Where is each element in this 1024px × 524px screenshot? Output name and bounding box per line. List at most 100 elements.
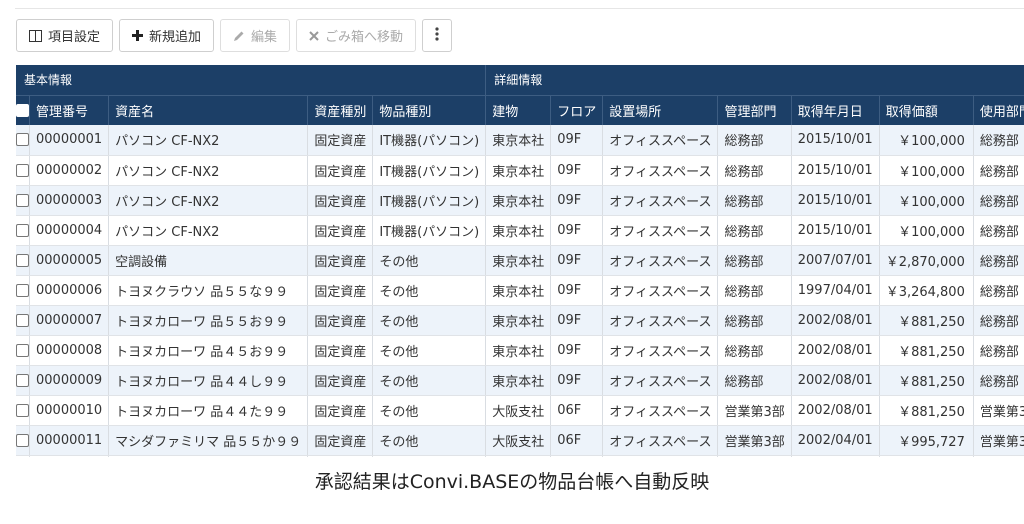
table-cell: 総務部 <box>973 305 1024 336</box>
table-cell: 固定資産 <box>307 125 374 156</box>
table-cell: 2007/07/01 <box>791 245 880 276</box>
table-cell: 総務部 <box>717 365 792 396</box>
table-cell: 固定資産 <box>307 425 374 456</box>
table-row[interactable]: 00000008 トヨヌカローワ 品４５お９９ 固定資産 その他 東京本社 09F オフィス… <box>16 335 1024 366</box>
checkbox-icon <box>16 253 29 267</box>
table-cell: オフィススペース <box>602 185 719 216</box>
table-cell: トヨヌカローワ 品４４た９９ <box>108 395 309 426</box>
checkbox-icon <box>16 313 29 327</box>
table-cell: 東京本社 <box>485 275 552 306</box>
checkbox-icon <box>16 403 29 417</box>
column-header[interactable]: 物品種別 <box>372 94 487 125</box>
table-cell: オフィススペース <box>602 215 719 246</box>
table-row[interactable]: 00000004 パソコン CF-NX2 固定資産 IT機器(パソコン) 東京本社 09F… <box>16 215 1024 246</box>
table-cell: 00000008 <box>29 335 110 366</box>
table-cell: 固定資産 <box>307 305 374 336</box>
row-checkbox[interactable] <box>16 245 30 276</box>
row-checkbox[interactable] <box>16 155 30 186</box>
table-row[interactable]: 00000010 トヨヌカローワ 品４４た９９ 固定資産 その他 大阪支社 06F オフィス… <box>16 395 1024 426</box>
more-options-button[interactable] <box>422 19 453 52</box>
add-new-button[interactable]: 新規追加 <box>119 19 215 52</box>
table-cell: ￥3,264,800 <box>879 275 974 306</box>
table-cell: ￥881,250 <box>879 365 974 396</box>
group-header-basic: 基本情報 <box>16 65 487 95</box>
column-header[interactable]: 資産種別 <box>307 94 374 125</box>
table-cell: 2002/08/01 <box>791 335 880 366</box>
table-row[interactable]: 00000003 パソコン CF-NX2 固定資産 IT機器(パソコン) 東京本社 09F… <box>16 185 1024 216</box>
row-checkbox[interactable] <box>16 335 30 366</box>
column-header[interactable]: 管理部門 <box>717 94 792 125</box>
table-row[interactable]: 00000007 トヨヌカローワ 品５５お９９ 固定資産 その他 東京本社 09F オフィス… <box>16 305 1024 336</box>
table-cell: 総務部 <box>973 155 1024 186</box>
column-header[interactable]: 使用部門 <box>973 94 1024 125</box>
table-cell: 営業第3部 <box>717 425 792 456</box>
table-cell: その他 <box>372 365 487 396</box>
table-cell: その他 <box>372 335 487 366</box>
table-cell: ￥881,250 <box>879 335 974 366</box>
table-cell: 09F <box>550 245 604 276</box>
table-row[interactable]: 00000006 トヨヌクラウソ 品５５な９９ 固定資産 その他 東京本社 09F オフィス… <box>16 275 1024 306</box>
row-checkbox[interactable] <box>16 275 30 306</box>
table-cell: パソコン CF-NX2 <box>108 155 309 186</box>
select-all-checkbox[interactable] <box>16 94 30 125</box>
table-cell: 固定資産 <box>307 395 374 426</box>
column-header[interactable]: 建物 <box>485 94 552 125</box>
table-cell <box>973 455 1024 457</box>
table-cell: 東京本社 <box>485 125 552 156</box>
table-cell: 00000001 <box>29 125 110 156</box>
table-row[interactable]: 00000001 パソコン CF-NX2 固定資産 IT機器(パソコン) 東京本社 09F… <box>16 125 1024 156</box>
table-cell: オフィススペース <box>602 425 719 456</box>
asset-table: 基本情報 詳細情報 管理番号 資産名 資産種別 物品種別 建物 フロア 設置場所 管理部門 取得… <box>16 65 1024 457</box>
column-header[interactable]: 資産名 <box>108 94 309 125</box>
table-cell: 2002/04/01 <box>791 425 880 456</box>
table-row[interactable]: 00000002 パソコン CF-NX2 固定資産 IT機器(パソコン) 東京本社 09F… <box>16 155 1024 186</box>
checkbox-icon <box>16 163 29 177</box>
move-to-trash-button[interactable]: ごみ箱へ移動 <box>296 19 417 52</box>
column-header[interactable]: フロア <box>550 94 604 125</box>
toolbar: 項目設定 新規追加 編集 ごみ箱へ移動 <box>16 19 453 54</box>
caption: 承認結果はConvi.BASEの物品台帳へ自動反映 <box>314 471 710 493</box>
table-cell: ￥2,870,000 <box>879 245 974 276</box>
table-cell: 2015/10/01 <box>791 125 880 156</box>
table-cell <box>372 455 487 457</box>
column-header[interactable]: 管理番号 <box>29 94 110 125</box>
row-checkbox[interactable] <box>16 185 30 216</box>
table-cell: 総務部 <box>717 245 792 276</box>
table-cell: その他 <box>372 305 487 336</box>
table-cell <box>108 455 309 457</box>
row-checkbox[interactable] <box>16 125 30 156</box>
edit-button[interactable]: 編集 <box>220 19 291 52</box>
plus-icon <box>132 30 144 41</box>
table-cell: 営業第3部 <box>717 395 792 426</box>
table-row[interactable]: 00000011 マシダファミリマ 品５５か９９ 固定資産 その他 大阪支社 06F オフィ… <box>16 425 1024 456</box>
table-cell: 09F <box>550 155 604 186</box>
table-cell: 06F <box>550 395 604 426</box>
row-checkbox[interactable] <box>16 395 30 426</box>
column-header[interactable]: 取得価額 <box>879 94 974 125</box>
table-cell: 東京本社 <box>485 185 552 216</box>
row-checkbox[interactable] <box>16 365 30 396</box>
table-cell <box>791 455 880 457</box>
row-checkbox[interactable] <box>16 305 30 336</box>
group-header-detail: 詳細情報 <box>485 65 1024 95</box>
row-checkbox[interactable] <box>16 425 30 456</box>
column-header[interactable]: 設置場所 <box>602 94 719 125</box>
table-cell: その他 <box>372 395 487 426</box>
table-cell: IT機器(パソコン) <box>372 155 487 186</box>
table-cell: 09F <box>550 125 604 156</box>
table-row[interactable]: 00000005 空調設備 固定資産 その他 東京本社 09F オフィススペース 総務部 200… <box>16 245 1024 276</box>
table-cell: 総務部 <box>973 185 1024 216</box>
table-cell: 総務部 <box>973 245 1024 276</box>
column-header[interactable]: 取得年月日 <box>791 94 880 125</box>
table-cell: 総務部 <box>717 215 792 246</box>
row-checkbox[interactable] <box>16 455 30 457</box>
table-cell: IT機器(パソコン) <box>372 125 487 156</box>
table-cell: 東京本社 <box>485 155 552 186</box>
table-cell: 固定資産 <box>307 215 374 246</box>
column-settings-button[interactable]: 項目設定 <box>16 19 114 52</box>
table-row[interactable]: 00000009 トヨヌカローワ 品４４し９９ 固定資産 その他 東京本社 09F オフィス… <box>16 365 1024 396</box>
table-row[interactable] <box>16 455 1024 457</box>
table-cell: マシダファミリマ 品５５か９９ <box>108 425 309 456</box>
checkbox-icon <box>16 373 29 387</box>
row-checkbox[interactable] <box>16 215 30 246</box>
